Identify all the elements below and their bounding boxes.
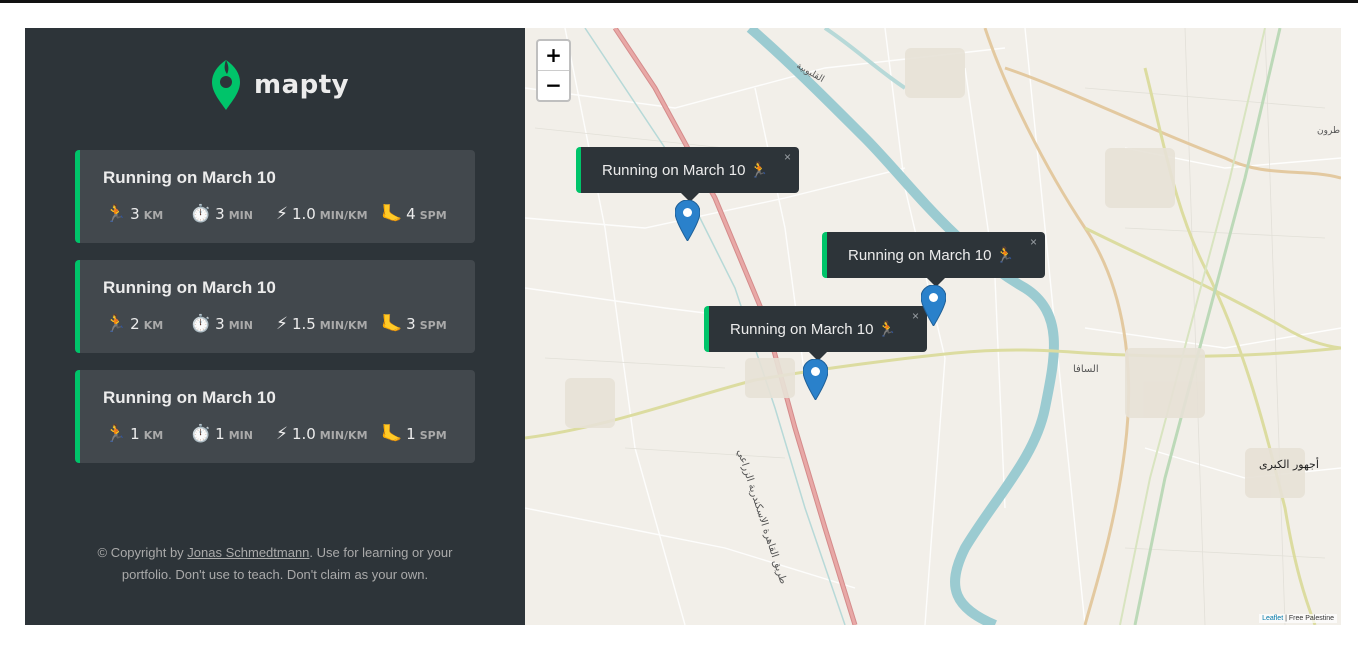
- workout-list: Running on March 10 🏃 3 km ⏱️ 3 min ⚡ 1.…: [75, 150, 475, 480]
- popup-text: Running on March 10 🏃: [602, 162, 769, 179]
- workout-pace: ⚡ 1.0 min/km: [276, 204, 368, 224]
- workout-pace: ⚡ 1.5 min/km: [276, 314, 368, 334]
- workout-cadence: 🦶 4 spm: [381, 204, 447, 224]
- workout-distance: 🏃 1 km: [105, 424, 164, 444]
- city-label: أجهور الكبرى: [1259, 458, 1319, 471]
- workout-cadence: 🦶 3 spm: [381, 314, 447, 334]
- app-name: mapty: [254, 70, 350, 100]
- map-marker-icon[interactable]: [803, 359, 828, 400]
- stopwatch-icon: ⏱️: [190, 424, 212, 444]
- zoom-control: + −: [536, 39, 571, 102]
- workout-title: Running on March 10: [103, 388, 276, 407]
- running-icon: 🏃: [105, 204, 127, 224]
- lightning-icon: ⚡: [276, 314, 288, 334]
- leaflet-link[interactable]: Leaflet: [1262, 615, 1283, 622]
- running-icon: 🏃: [105, 424, 127, 444]
- workout-distance: 🏃 3 km: [105, 204, 164, 224]
- copyright-notice: © Copyright by Jonas Schmedtmann. Use fo…: [97, 545, 453, 582]
- workout-popup[interactable]: Running on March 10 🏃 ×: [822, 232, 1045, 287]
- workout-card[interactable]: Running on March 10 🏃 3 km ⏱️ 3 min ⚡ 1.…: [75, 150, 475, 243]
- foot-icon: 🦶: [381, 424, 403, 444]
- sidebar: mapty Running on March 10 🏃 3 km ⏱️ 3 mi…: [25, 28, 525, 625]
- popup-text: Running on March 10 🏃: [730, 321, 897, 338]
- edge-label: طرون: [1317, 126, 1341, 136]
- foot-icon: 🦶: [381, 314, 403, 334]
- workout-duration: ⏱️ 3 min: [190, 314, 253, 334]
- village-label: السافا: [1073, 364, 1099, 375]
- workout-popup[interactable]: Running on March 10 🏃 ×: [704, 306, 927, 361]
- map[interactable]: طريق القاهرة الاسكندرية الزراعي السافا أ…: [525, 28, 1341, 625]
- workout-pace: ⚡ 1.0 min/km: [276, 424, 368, 444]
- stopwatch-icon: ⏱️: [190, 314, 212, 334]
- workout-popup[interactable]: Running on March 10 🏃 ×: [576, 147, 799, 202]
- map-attribution: Leaflet | Free Palestine: [1259, 614, 1337, 623]
- workout-card[interactable]: Running on March 10 🏃 2 km ⏱️ 3 min ⚡ 1.…: [75, 260, 475, 353]
- close-icon[interactable]: ×: [784, 150, 791, 164]
- logo: mapty: [211, 58, 349, 112]
- map-pin-logo-icon: [212, 60, 240, 110]
- popup-text: Running on March 10 🏃: [848, 247, 1015, 264]
- author-link[interactable]: Jonas Schmedtmann: [187, 545, 309, 560]
- workout-cadence: 🦶 1 spm: [381, 424, 447, 444]
- workout-duration: ⏱️ 3 min: [190, 204, 253, 224]
- lightning-icon: ⚡: [276, 424, 288, 444]
- stopwatch-icon: ⏱️: [190, 204, 212, 224]
- top-border: [0, 0, 1358, 3]
- basemap: [525, 28, 1341, 625]
- running-icon: 🏃: [105, 314, 127, 334]
- zoom-out-button[interactable]: −: [538, 71, 569, 100]
- workout-duration: ⏱️ 1 min: [190, 424, 253, 444]
- map-marker-icon[interactable]: [921, 285, 946, 326]
- foot-icon: 🦶: [381, 204, 403, 224]
- lightning-icon: ⚡: [276, 204, 288, 224]
- map-marker-icon[interactable]: [675, 200, 700, 241]
- close-icon[interactable]: ×: [912, 309, 919, 323]
- zoom-in-button[interactable]: +: [538, 41, 569, 71]
- close-icon[interactable]: ×: [1030, 235, 1037, 249]
- workout-distance: 🏃 2 km: [105, 314, 164, 334]
- workout-card[interactable]: Running on March 10 🏃 1 km ⏱️ 1 min ⚡ 1.…: [75, 370, 475, 463]
- workout-title: Running on March 10: [103, 168, 276, 187]
- workout-title: Running on March 10: [103, 278, 276, 297]
